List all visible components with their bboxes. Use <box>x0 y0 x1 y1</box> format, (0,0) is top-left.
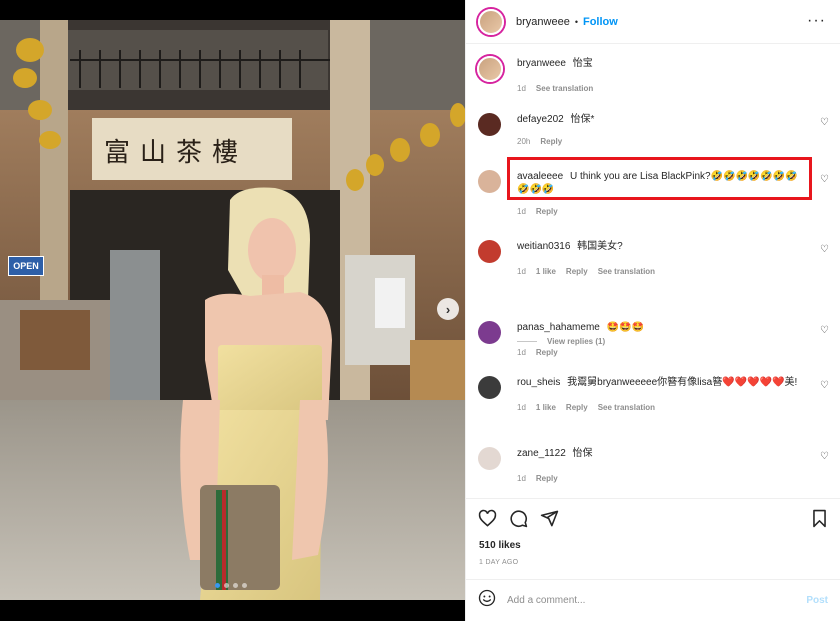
comment-text: 我鬻舅bryanweeeee你簪有像lisa簪❤️❤️❤️❤️❤️美! <box>567 377 798 388</box>
heart-icon[interactable]: ♡ <box>819 325 830 336</box>
post-header: bryanweee • Follow ··· <box>466 0 840 44</box>
comments-list[interactable]: bryanweee 怡宝 1d See translation defaye20… <box>466 45 840 498</box>
comment-username[interactable]: avaaleeee <box>517 171 563 182</box>
avatar[interactable] <box>477 56 503 82</box>
reply-button[interactable]: Reply <box>566 401 588 414</box>
avatar[interactable] <box>478 240 501 263</box>
comment-input[interactable] <box>507 595 807 606</box>
comment-text: 韩国美女? <box>577 241 623 252</box>
follow-button[interactable]: Follow <box>583 16 618 28</box>
comment-username[interactable]: weitian0316 <box>517 241 570 252</box>
storefront-sign: 富山茶樓 <box>104 137 249 168</box>
comment-time: 1d <box>517 474 526 483</box>
add-comment-bar: Post <box>466 579 840 621</box>
caption-username[interactable]: bryanweee <box>517 58 566 69</box>
caption-text: 怡宝 <box>572 58 593 69</box>
reply-button[interactable]: Reply <box>536 472 558 485</box>
reply-button[interactable]: Reply <box>536 346 558 359</box>
comment-time: 1d <box>517 84 526 93</box>
heart-icon[interactable]: ♡ <box>819 451 830 462</box>
reply-button[interactable]: Reply <box>536 205 558 218</box>
more-options-icon[interactable]: ··· <box>807 12 826 30</box>
chevron-right-icon: › <box>445 301 451 317</box>
instagram-post: 富山茶樓 OPEN › bryanweee • Follow ··· bryan <box>0 0 840 621</box>
comment-username[interactable]: zane_1122 <box>517 448 566 459</box>
post-photo[interactable]: 富山茶樓 OPEN › <box>0 0 465 621</box>
see-translation-link[interactable]: See translation <box>536 82 593 95</box>
action-bar: 510 likes 1 DAY AGO <box>466 498 840 578</box>
comment-time: 1d <box>517 348 526 357</box>
post-timestamp: 1 DAY AGO <box>479 559 519 566</box>
comment-username[interactable]: rou_sheis <box>517 377 560 388</box>
photo-illustration <box>0 0 465 621</box>
carousel-dots <box>215 583 247 588</box>
carousel-dot <box>233 583 238 588</box>
post-side-panel: bryanweee • Follow ··· bryanweee 怡宝 1d S… <box>465 0 840 621</box>
comment-text: 怡保 <box>572 448 593 459</box>
share-icon[interactable] <box>540 509 559 528</box>
carousel-dot <box>224 583 229 588</box>
open-sign: OPEN <box>8 256 44 276</box>
comment-time: 1d <box>517 207 526 216</box>
next-photo-button[interactable]: › <box>437 298 459 320</box>
comment-time: 1d <box>517 403 526 412</box>
avatar[interactable] <box>478 321 501 344</box>
reply-button[interactable]: Reply <box>566 265 588 278</box>
comment-icon[interactable] <box>509 509 528 528</box>
heart-icon[interactable]: ♡ <box>819 117 830 128</box>
like-count[interactable]: 1 like <box>536 265 556 278</box>
avatar[interactable] <box>478 376 501 399</box>
see-translation-link[interactable]: See translation <box>598 401 655 414</box>
heart-icon[interactable]: ♡ <box>819 174 830 185</box>
see-translation-link[interactable]: See translation <box>598 265 655 278</box>
like-count[interactable]: 1 like <box>536 401 556 414</box>
comment-username[interactable]: panas_hahameme <box>517 322 600 333</box>
post-button[interactable]: Post <box>806 595 828 606</box>
bookmark-icon[interactable] <box>811 509 828 528</box>
carousel-dot <box>242 583 247 588</box>
heart-icon[interactable]: ♡ <box>819 380 830 391</box>
comment-username[interactable]: defaye202 <box>517 114 564 125</box>
reply-button[interactable]: Reply <box>540 135 562 148</box>
avatar[interactable] <box>478 170 501 193</box>
heart-icon[interactable]: ♡ <box>819 244 830 255</box>
avatar[interactable] <box>478 8 504 35</box>
comment-text: 🤩🤩🤩 <box>606 322 644 333</box>
avatar[interactable] <box>478 113 501 136</box>
carousel-dot <box>215 583 220 588</box>
avatar[interactable] <box>478 447 501 470</box>
comment-time: 1d <box>517 267 526 276</box>
heart-icon[interactable] <box>478 509 497 528</box>
post-username[interactable]: bryanweee <box>516 16 570 28</box>
comment-time: 20h <box>517 137 531 146</box>
comment-text: 怡保* <box>570 114 595 125</box>
likes-count[interactable]: 510 likes <box>479 540 521 551</box>
emoji-icon[interactable] <box>478 589 496 612</box>
separator-dot: • <box>574 16 578 27</box>
